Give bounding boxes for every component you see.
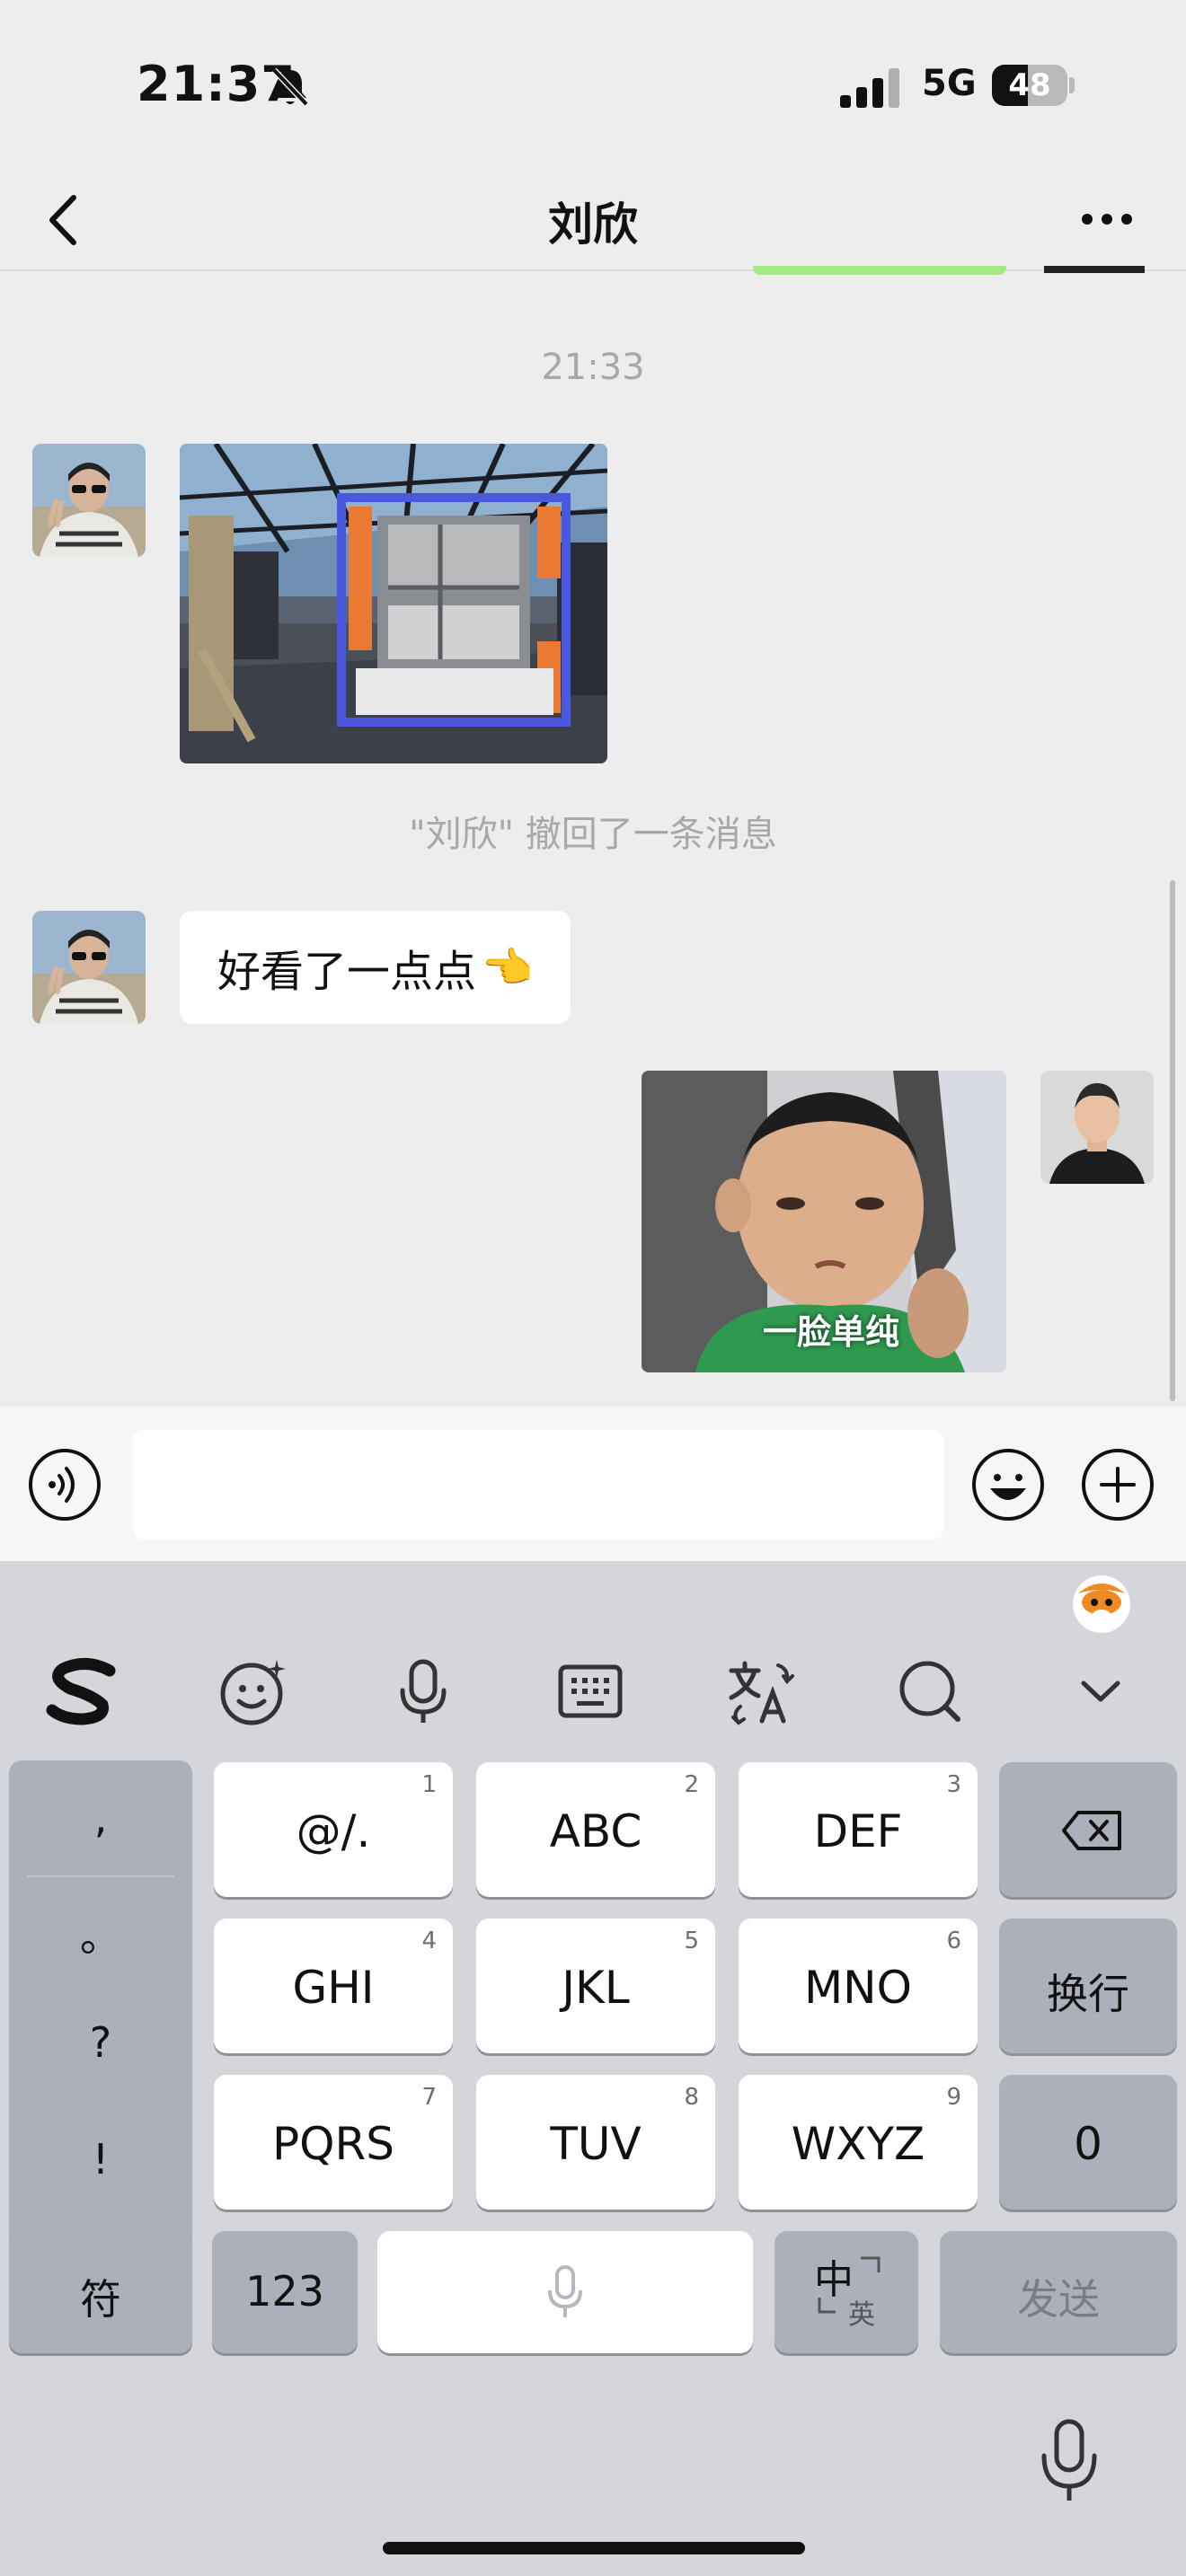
numbers-key[interactable]: 123 (212, 2231, 358, 2353)
my-avatar[interactable] (1040, 1071, 1154, 1184)
voice-typing-icon[interactable] (383, 1651, 464, 1732)
status-bar: 21:37 5G 48 (0, 0, 1186, 171)
chat-title: 刘欣 (548, 198, 638, 251)
zero-key[interactable]: 0 (999, 2075, 1177, 2210)
input-bar (0, 1407, 1186, 1561)
microphone-icon (548, 2265, 582, 2317)
battery-level: 48 (1008, 67, 1051, 103)
bell-muted-icon (271, 67, 309, 107)
more-options-icon[interactable] (1075, 190, 1139, 248)
key-3[interactable]: 3 DEF (739, 1762, 978, 1897)
back-chevron-icon[interactable] (36, 187, 90, 253)
key-7[interactable]: 7 PQRS (214, 2075, 453, 2210)
key-2[interactable]: 2 ABC (476, 1762, 715, 1897)
punct-key[interactable]: 。 (9, 1879, 192, 1994)
lang-secondary: 英 (848, 2299, 875, 2331)
sticker-caption: 一脸单纯 (762, 1312, 899, 1352)
text-message: 好看了一点点 (217, 947, 477, 997)
cellular-signal-icon (840, 68, 899, 108)
nav-bar: 刘欣 (0, 171, 1186, 271)
key-1[interactable]: 1 @/. (214, 1762, 453, 1897)
text-message-bubble[interactable]: 好看了一点点 👈 (180, 911, 571, 1024)
emoji-panel-icon[interactable] (212, 1651, 293, 1732)
punct-key[interactable]: , (9, 1760, 192, 1875)
space-key[interactable] (377, 2231, 753, 2353)
contact-avatar[interactable] (32, 911, 146, 1024)
voice-input-icon[interactable] (27, 1447, 102, 1522)
key-5[interactable]: 5 JKL (476, 1919, 715, 2053)
previous-avatar-edge (1044, 266, 1145, 273)
switch-arrow-icon (861, 2256, 881, 2272)
symbols-key[interactable]: 符 (9, 2231, 192, 2353)
key-6[interactable]: 6 MNO (739, 1919, 978, 2053)
key-9[interactable]: 9 WXYZ (739, 2075, 978, 2210)
collapse-keyboard-icon[interactable] (1060, 1651, 1141, 1732)
dictation-icon[interactable] (1035, 2416, 1103, 2506)
switch-arrow-icon (818, 2298, 836, 2314)
newline-key[interactable]: 换行 (999, 1919, 1177, 2053)
emoji-icon[interactable] (970, 1447, 1046, 1522)
keyboard-switch-icon[interactable] (550, 1651, 631, 1732)
message-timestamp: 21:33 (541, 347, 645, 388)
punct-key[interactable]: ? (9, 1985, 192, 2100)
search-icon[interactable] (890, 1651, 970, 1732)
key-4[interactable]: 4 GHI (214, 1919, 453, 2053)
backspace-icon (1062, 1811, 1121, 1850)
keyboard-mascot-icon[interactable] (1069, 1570, 1134, 1635)
chat-scrollbar[interactable] (1170, 880, 1175, 1401)
punctuation-column[interactable]: , 。 ? ! (9, 1760, 192, 2247)
recall-notice: "刘欣" 撤回了一条消息 (409, 814, 777, 855)
message-input[interactable] (133, 1430, 943, 1539)
backspace-key[interactable] (999, 1762, 1177, 1897)
add-more-icon[interactable] (1080, 1447, 1155, 1522)
send-key[interactable]: 发送 (940, 2231, 1177, 2353)
battery-icon: 48 (992, 65, 1075, 106)
network-type: 5G (922, 63, 977, 104)
pointing-hand-emoji: 👈 (482, 942, 534, 992)
key-8[interactable]: 8 TUV (476, 2075, 715, 2210)
contact-avatar[interactable] (32, 444, 146, 557)
home-indicator[interactable] (383, 2542, 805, 2554)
previous-message-bubble-edge (753, 266, 1006, 275)
punct-key[interactable]: ! (9, 2102, 192, 2217)
image-message[interactable] (180, 444, 607, 763)
sogou-logo-icon[interactable] (43, 1651, 124, 1732)
translate-icon[interactable] (719, 1651, 800, 1732)
language-switch-key[interactable]: 中 英 (774, 2231, 918, 2353)
